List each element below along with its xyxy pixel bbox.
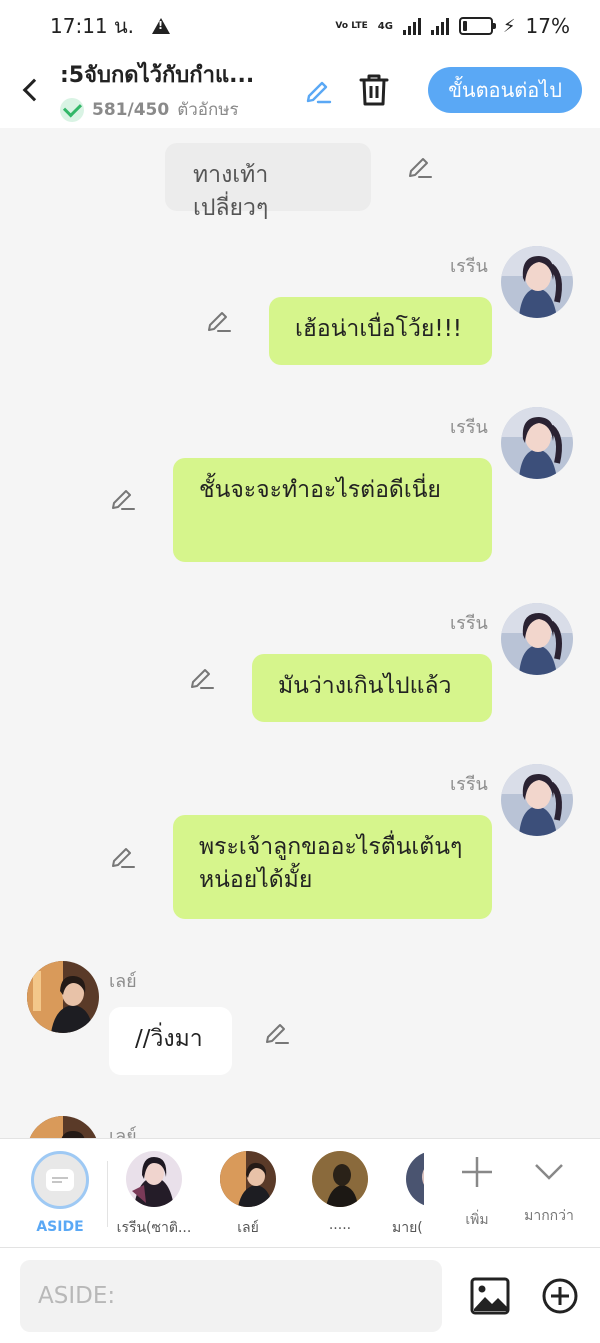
battery-icon: [458, 17, 496, 35]
edit-message-icon[interactable]: [109, 842, 137, 870]
avatar-image: [27, 1116, 99, 1138]
add-button[interactable]: [540, 1276, 580, 1316]
editor-header: :5จับกดไว้กับกำแ... 581/450 ตัวอักษร ขั้…: [0, 52, 600, 128]
message-bubble[interactable]: ชั้นจะจะทำอะไรต่อดีเนี่ย: [173, 458, 492, 562]
add-label: เพิ่ม: [465, 1212, 489, 1228]
character-label: มาย(: [392, 1220, 423, 1236]
message-bubble[interactable]: มันว่างเกินไปแล้ว: [252, 654, 492, 722]
avatar-reryn[interactable]: [501, 603, 573, 675]
avatar-ley[interactable]: [27, 1116, 99, 1138]
add-character-button[interactable]: เพิ่ม: [456, 1151, 498, 1231]
message-input[interactable]: [20, 1260, 442, 1332]
check-icon: [60, 97, 84, 122]
character-selector: ASIDE เรรีน(ซาติ... เลย์ ..... มาย(เพิ่…: [0, 1138, 600, 1248]
character-aside[interactable]: ASIDE: [20, 1151, 100, 1235]
avatar-image: [27, 961, 99, 1033]
avatar-image: [501, 603, 573, 675]
image-button[interactable]: [470, 1276, 510, 1316]
image-icon: [470, 1277, 510, 1315]
character-may[interactable]: มาย(: [392, 1151, 424, 1239]
status-time: 17:11 น.: [50, 14, 135, 38]
avatar-reryn[interactable]: [501, 764, 573, 836]
charging-icon: ⚡: [502, 15, 516, 37]
next-step-button[interactable]: ขั้นตอนต่อไป: [428, 67, 582, 113]
char-counter: 581/450 ตัวอักษร: [60, 96, 290, 123]
message-bubble[interactable]: พระเจ้าลูกขออะไรตื่นเต้นๆหน่อยได้มั้ย: [173, 815, 492, 919]
edit-title-button[interactable]: [298, 70, 338, 110]
more-label: มากกว่า: [524, 1208, 574, 1224]
story-title[interactable]: :5จับกดไว้กับกำแ...: [60, 57, 290, 92]
char-count: 581/450: [92, 99, 170, 120]
avatar-image: [501, 764, 573, 836]
edit-message-icon[interactable]: [188, 663, 216, 691]
character-label: เลย์: [237, 1220, 259, 1236]
speaker-name: เรรีน: [450, 774, 488, 795]
speaker-name: เรรีน: [450, 256, 488, 277]
character-label: ASIDE: [36, 1219, 84, 1235]
back-button[interactable]: [0, 52, 60, 128]
speaker-name: เรรีน: [450, 417, 488, 438]
battery-percent: 17%: [525, 14, 570, 38]
character-label: เรรีน(ซาติ...: [116, 1220, 192, 1236]
character-avatar: [312, 1151, 368, 1207]
plus-icon: [462, 1157, 492, 1187]
character-label: .....: [328, 1217, 352, 1233]
delete-button[interactable]: [354, 70, 394, 110]
speaker-name: เลย์: [109, 1126, 137, 1138]
warning-icon: [152, 18, 171, 34]
divider: [107, 1161, 108, 1227]
more-button[interactable]: มากกว่า: [518, 1151, 580, 1227]
network-type: 4G: [377, 20, 393, 32]
chat-editor-screen: 17:11 น. Vo LTE 4G ⚡ 17% :5จับกดไว้กับกำ…: [0, 0, 600, 1343]
avatar-reryn[interactable]: [501, 246, 573, 318]
character-unnamed[interactable]: .....: [298, 1151, 382, 1233]
message-bubble[interactable]: //วิ่งมา: [109, 1007, 232, 1075]
edit-message-icon[interactable]: [205, 306, 233, 334]
speaker-name: เลย์: [109, 971, 137, 992]
status-bar: 17:11 น. Vo LTE 4G ⚡ 17%: [0, 0, 600, 52]
aside-icon: [31, 1151, 89, 1209]
avatar-ley[interactable]: [27, 961, 99, 1033]
input-bar: [0, 1248, 600, 1343]
avatar-reryn[interactable]: [501, 407, 573, 479]
edit-message-icon[interactable]: [109, 484, 137, 512]
back-arrow-icon: [22, 78, 46, 102]
char-unit: ตัวอักษร: [177, 100, 239, 120]
trash-icon: [359, 74, 389, 106]
pencil-icon: [306, 81, 332, 104]
aside-message[interactable]: ทางเท้าเปลี่ยวๆ: [165, 143, 371, 221]
volte-icon: Vo LTE: [335, 20, 368, 31]
character-reryn[interactable]: เรรีน(ซาติ...: [112, 1151, 196, 1239]
chat-area[interactable]: ทางเท้าเปลี่ยวๆ เรรีน เฮ้อน่าเบื่อโว้ย!!…: [0, 128, 600, 1138]
avatar-image: [501, 407, 573, 479]
chevron-down-icon: [535, 1164, 563, 1180]
edit-message-icon[interactable]: [263, 1018, 291, 1046]
signal-icon: [402, 17, 421, 35]
message-bubble[interactable]: เฮ้อน่าเบื่อโว้ย!!!: [269, 297, 492, 365]
avatar-image: [501, 246, 573, 318]
speaker-name: เรรีน: [450, 613, 488, 634]
character-ley[interactable]: เลย์: [206, 1151, 290, 1239]
character-avatar: [126, 1151, 182, 1207]
character-avatar: [220, 1151, 276, 1207]
edit-message-icon[interactable]: [406, 152, 434, 180]
character-avatar: [406, 1151, 424, 1207]
signal-icon-2: [430, 17, 449, 35]
circle-plus-icon: [542, 1278, 578, 1314]
